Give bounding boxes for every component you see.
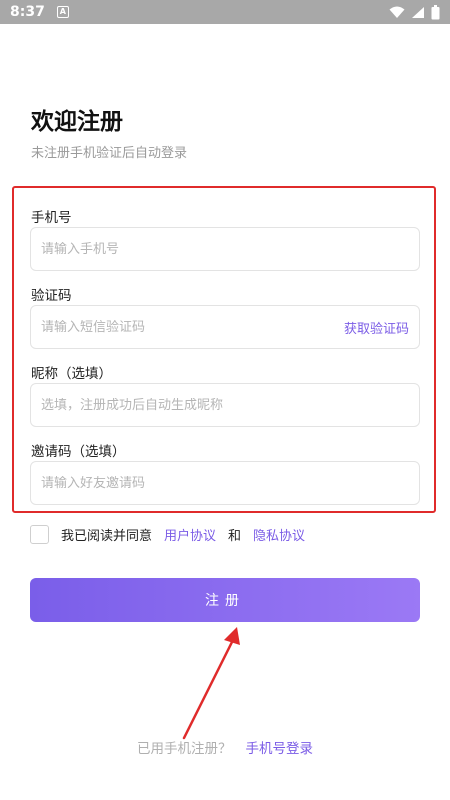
nickname-input[interactable] (41, 397, 409, 413)
code-label: 验证码 (31, 288, 72, 304)
register-screen: 8:37 A 欢迎注册 未注册手机验证后自动登录 手机号 验证码 获取验证码 昵… (0, 0, 450, 800)
phone-login-link[interactable]: 手机号登录 (246, 741, 314, 757)
battery-icon (431, 4, 440, 19)
signal-icon (412, 6, 424, 18)
phone-input[interactable] (41, 241, 409, 257)
invite-input[interactable] (41, 475, 409, 491)
wifi-icon (389, 6, 405, 18)
invite-field (30, 461, 420, 505)
phone-label: 手机号 (31, 210, 72, 226)
notification-icon: A (56, 6, 69, 18)
agreement-prefix: 我已阅读并同意 (61, 528, 153, 544)
nickname-field (30, 383, 420, 427)
page-subtitle: 未注册手机验证后自动登录 (31, 146, 188, 161)
login-footer: 已用手机注册？ 手机号登录 (0, 737, 450, 757)
code-input[interactable] (41, 319, 344, 335)
agreement-conjunction: 和 (228, 528, 242, 544)
privacy-policy-link[interactable]: 隐私协议 (253, 525, 305, 544)
login-prompt: 已用手机注册？ (137, 741, 232, 757)
phone-field (30, 227, 420, 271)
invite-label: 邀请码（选填） (31, 444, 126, 460)
get-code-button[interactable]: 获取验证码 (344, 318, 409, 337)
code-field: 获取验证码 (30, 305, 420, 349)
agreement-row: 我已阅读并同意 用户协议 和 隐私协议 (30, 524, 305, 544)
user-agreement-link[interactable]: 用户协议 (164, 525, 216, 544)
status-bar: 8:37 A (0, 0, 450, 24)
status-icons (389, 4, 440, 20)
page-title: 欢迎注册 (31, 109, 123, 135)
nickname-label: 昵称（选填） (31, 366, 112, 382)
status-time: 8:37 (10, 4, 45, 20)
register-button[interactable]: 注册 (30, 578, 420, 622)
agreement-checkbox[interactable] (30, 524, 49, 544)
